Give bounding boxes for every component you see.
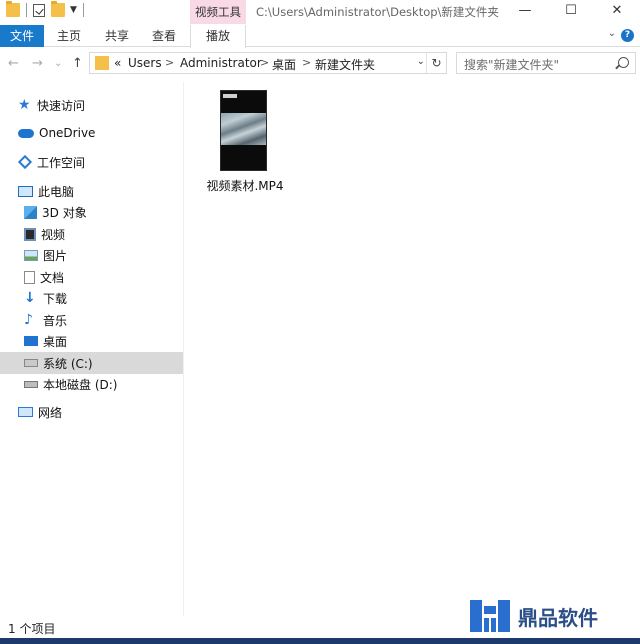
breadcrumb-administrator[interactable]: Administrator xyxy=(180,56,262,70)
new-folder-icon[interactable] xyxy=(51,1,65,17)
maximize-button[interactable]: ☐ xyxy=(548,0,594,24)
sidebar-item-label: 本地磁盘 (D:) xyxy=(43,377,118,392)
breadcrumb-users[interactable]: Users xyxy=(128,56,162,70)
chevron-right-icon[interactable]: > xyxy=(165,56,174,69)
sidebar-item-3d-objects[interactable]: 3D 对象 xyxy=(0,201,183,223)
search-input[interactable]: 搜索"新建文件夹" xyxy=(456,52,636,74)
folder-icon xyxy=(95,56,109,70)
refresh-icon[interactable]: ↻ xyxy=(426,53,446,73)
breadcrumb-overflow[interactable]: « xyxy=(114,56,121,70)
breadcrumb-desktop[interactable]: 桌面 xyxy=(272,56,296,73)
address-bar[interactable]: « Users > Administrator > 桌面 > 新建文件夹 ⌄ ↻ xyxy=(89,52,447,74)
sidebar-item-label: 网络 xyxy=(38,405,63,420)
desktop-icon xyxy=(24,336,38,346)
search-placeholder: 搜索"新建文件夹" xyxy=(464,58,560,72)
videos-icon xyxy=(24,227,36,241)
sidebar-item-label: 工作空间 xyxy=(37,155,86,170)
breadcrumb-current-folder[interactable]: 新建文件夹 xyxy=(315,56,375,73)
this-pc-icon xyxy=(18,185,33,197)
tab-view[interactable]: 查看 xyxy=(143,25,185,47)
tab-play[interactable]: 播放 xyxy=(190,25,246,48)
sidebar-item-label: 视频 xyxy=(41,227,66,242)
sidebar-item-workspace[interactable]: 工作空间 xyxy=(0,151,183,173)
network-icon xyxy=(18,407,33,417)
watermark-text: 鼎品软件 xyxy=(518,606,598,630)
item-count: 1 个项目 xyxy=(8,622,56,636)
ribbon-tabs: 文件 主页 共享 查看 播放 ⌄ ? xyxy=(0,25,640,48)
properties-icon[interactable] xyxy=(33,3,45,17)
sidebar-item-this-pc[interactable]: 此电脑 xyxy=(0,180,183,202)
3d-objects-icon xyxy=(24,205,37,219)
contextual-tab-group: 视频工具 xyxy=(190,0,246,24)
chevron-right-icon[interactable]: > xyxy=(260,56,269,69)
window-title: C:\Users\Administrator\Desktop\新建文件夹 xyxy=(256,5,499,19)
downloads-icon: ↓ xyxy=(24,289,36,306)
sidebar-item-videos[interactable]: 视频 xyxy=(0,223,183,245)
search-icon[interactable] xyxy=(618,57,629,68)
navigation-pane: ★ 快速访问 OneDrive 工作空间 此电脑 3D 对象 视频 图片 文档 … xyxy=(0,82,184,616)
file-list: 视频素材.MP4 xyxy=(186,82,640,616)
sidebar-item-label: OneDrive xyxy=(39,126,96,140)
sidebar-item-label: 音乐 xyxy=(43,313,68,328)
video-file-icon xyxy=(220,90,267,171)
customize-toolbar-icon[interactable]: ▼ xyxy=(70,5,77,15)
toolbar-divider xyxy=(26,3,27,17)
thumbnail-logo xyxy=(223,94,237,98)
help-icon[interactable]: ? xyxy=(621,29,634,42)
drive-c-icon xyxy=(24,359,38,367)
title-bar: ▼ 视频工具 C:\Users\Administrator\Desktop\新建… xyxy=(0,0,640,25)
sidebar-item-label: 文档 xyxy=(40,270,65,285)
sidebar-item-documents[interactable]: 文档 xyxy=(0,266,183,288)
pictures-icon xyxy=(24,249,38,261)
music-icon: ♪ xyxy=(24,311,33,328)
chevron-right-icon[interactable]: > xyxy=(302,56,311,69)
sidebar-item-onedrive[interactable]: OneDrive xyxy=(0,122,183,144)
sidebar-item-label: 桌面 xyxy=(43,334,68,349)
onedrive-icon xyxy=(18,128,34,138)
sidebar-item-drive-c[interactable]: 系统 (C:) xyxy=(0,352,183,374)
file-name: 视频素材.MP4 xyxy=(206,179,284,193)
sidebar-item-label: 图片 xyxy=(43,248,68,263)
drive-d-icon xyxy=(24,380,38,388)
tab-home[interactable]: 主页 xyxy=(48,25,90,47)
workspace-icon xyxy=(17,154,33,170)
toolbar-divider xyxy=(82,3,84,17)
tab-share[interactable]: 共享 xyxy=(96,25,138,47)
folder-icon xyxy=(6,1,20,17)
watermark: 鼎品软件 xyxy=(468,594,638,640)
sidebar-item-label: 快速访问 xyxy=(37,98,86,113)
file-item[interactable]: 视频素材.MP4 xyxy=(206,87,284,193)
quick-access-toolbar: ▼ xyxy=(0,1,84,17)
sidebar-item-label: 此电脑 xyxy=(38,184,75,199)
close-button[interactable]: ✕ xyxy=(594,0,640,24)
watermark-logo-icon xyxy=(470,600,510,632)
sidebar-item-label: 系统 (C:) xyxy=(43,356,93,371)
sidebar-item-network[interactable]: 网络 xyxy=(0,401,183,423)
sidebar-item-pictures[interactable]: 图片 xyxy=(0,244,183,266)
address-history-icon[interactable]: ⌄ xyxy=(417,56,425,67)
sidebar-item-downloads[interactable]: ↓ 下载 xyxy=(0,287,183,309)
sidebar-item-music[interactable]: ♪ 音乐 xyxy=(0,309,183,331)
expand-ribbon-icon[interactable]: ⌄ xyxy=(608,28,616,39)
sidebar-item-quick-access[interactable]: ★ 快速访问 xyxy=(0,94,183,116)
sidebar-item-desktop[interactable]: 桌面 xyxy=(0,330,183,352)
sidebar-item-label: 3D 对象 xyxy=(42,205,87,220)
back-arrow-icon[interactable]: ← xyxy=(8,56,19,71)
sidebar-item-drive-d[interactable]: 本地磁盘 (D:) xyxy=(0,373,183,395)
forward-arrow-icon[interactable]: → xyxy=(32,56,43,71)
recent-locations-icon[interactable]: ⌄ xyxy=(54,58,62,69)
minimize-button[interactable]: — xyxy=(502,0,548,24)
thumbnail-frame xyxy=(221,113,266,145)
sidebar-item-label: 下载 xyxy=(43,291,68,306)
documents-icon xyxy=(24,270,35,284)
tab-file[interactable]: 文件 xyxy=(0,25,44,47)
up-arrow-icon[interactable]: ↑ xyxy=(72,56,83,71)
quick-access-icon: ★ xyxy=(18,96,31,113)
